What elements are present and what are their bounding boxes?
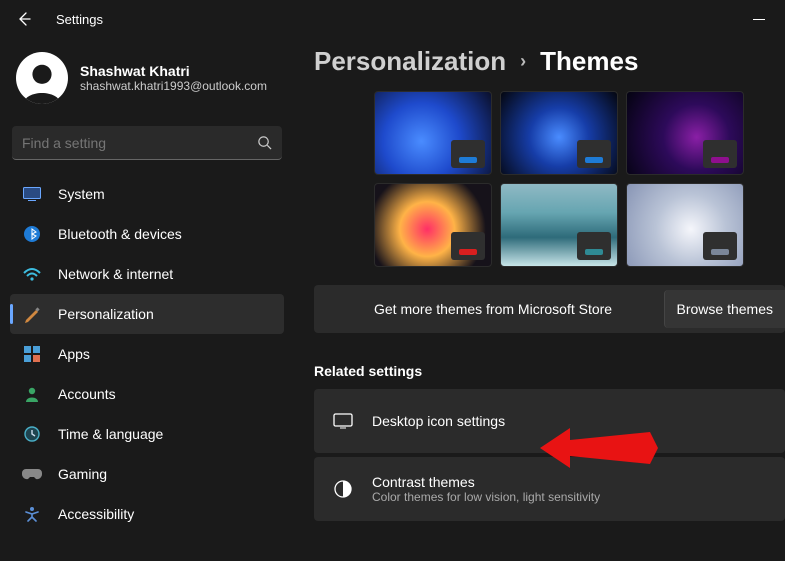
sidebar-item-label: Time & language: [58, 426, 163, 442]
bluetooth-icon: [22, 224, 42, 244]
theme-swatch: [703, 232, 737, 260]
arrow-left-icon: [16, 11, 32, 27]
theme-tile-1[interactable]: [500, 91, 618, 175]
user-profile[interactable]: Shashwat Khatri shashwat.khatri1993@outl…: [10, 48, 284, 118]
theme-swatch: [577, 232, 611, 260]
theme-tile-2[interactable]: [626, 91, 744, 175]
sidebar-item-label: Accessibility: [58, 506, 134, 522]
window-title: Settings: [56, 12, 103, 27]
sidebar-item-apps[interactable]: Apps: [10, 334, 284, 374]
themes-grid: [314, 91, 785, 267]
setting-title: Desktop icon settings: [372, 413, 505, 429]
personalization-icon: [22, 304, 42, 324]
browse-themes-button[interactable]: Browse themes: [664, 290, 785, 328]
sidebar-item-label: Apps: [58, 346, 90, 362]
nav-list: System Bluetooth & devices Network & inter…: [10, 174, 284, 534]
theme-swatch: [451, 140, 485, 168]
theme-swatch: [451, 232, 485, 260]
back-button[interactable]: [8, 3, 40, 35]
sidebar-item-personalization[interactable]: Personalization: [10, 294, 284, 334]
setting-subtitle: Color themes for low vision, light sensi…: [372, 490, 600, 504]
sidebar-item-bluetooth[interactable]: Bluetooth & devices: [10, 214, 284, 254]
network-icon: [22, 264, 42, 284]
sidebar-item-accounts[interactable]: Accounts: [10, 374, 284, 414]
store-banner: Get more themes from Microsoft Store Bro…: [314, 285, 785, 333]
accounts-icon: [22, 384, 42, 404]
chevron-right-icon: ›: [520, 51, 526, 72]
gaming-icon: [22, 464, 42, 484]
desktop-icons-icon: [332, 413, 354, 429]
sidebar-item-label: Gaming: [58, 466, 107, 482]
search-input[interactable]: [22, 135, 257, 151]
contrast-icon: [332, 479, 354, 499]
apps-icon: [22, 344, 42, 364]
search-box[interactable]: [12, 126, 282, 160]
user-name: Shashwat Khatri: [80, 63, 267, 79]
sidebar-item-label: System: [58, 186, 105, 202]
breadcrumb: Personalization › Themes: [314, 46, 785, 77]
sidebar-item-time[interactable]: Time & language: [10, 414, 284, 454]
system-icon: [22, 184, 42, 204]
search-icon: [257, 135, 272, 150]
time-icon: [22, 424, 42, 444]
accessibility-icon: [22, 504, 42, 524]
sidebar-item-accessibility[interactable]: Accessibility: [10, 494, 284, 534]
breadcrumb-parent[interactable]: Personalization: [314, 46, 506, 77]
store-text: Get more themes from Microsoft Store: [374, 301, 612, 317]
breadcrumb-current: Themes: [540, 46, 638, 77]
sidebar: Shashwat Khatri shashwat.khatri1993@outl…: [0, 38, 294, 561]
theme-tile-4[interactable]: [500, 183, 618, 267]
theme-tile-0[interactable]: [374, 91, 492, 175]
theme-tile-3[interactable]: [374, 183, 492, 267]
sidebar-item-system[interactable]: System: [10, 174, 284, 214]
setting-row-desktop-icons[interactable]: Desktop icon settings: [314, 389, 785, 453]
theme-swatch: [703, 140, 737, 168]
setting-title: Contrast themes: [372, 474, 600, 490]
titlebar: Settings: [0, 0, 785, 38]
sidebar-item-label: Personalization: [58, 306, 154, 322]
sidebar-item-label: Accounts: [58, 386, 116, 402]
main-content: Personalization › Themes Get more themes…: [294, 38, 785, 561]
setting-row-contrast[interactable]: Contrast themesColor themes for low visi…: [314, 457, 785, 521]
related-settings-label: Related settings: [314, 363, 785, 379]
sidebar-item-label: Network & internet: [58, 266, 173, 282]
user-email: shashwat.khatri1993@outlook.com: [80, 79, 267, 93]
minimize-icon[interactable]: [753, 19, 765, 20]
window-controls: [753, 19, 777, 20]
sidebar-item-label: Bluetooth & devices: [58, 226, 182, 242]
sidebar-item-network[interactable]: Network & internet: [10, 254, 284, 294]
theme-swatch: [577, 140, 611, 168]
avatar: [16, 52, 68, 104]
theme-tile-5[interactable]: [626, 183, 744, 267]
sidebar-item-gaming[interactable]: Gaming: [10, 454, 284, 494]
